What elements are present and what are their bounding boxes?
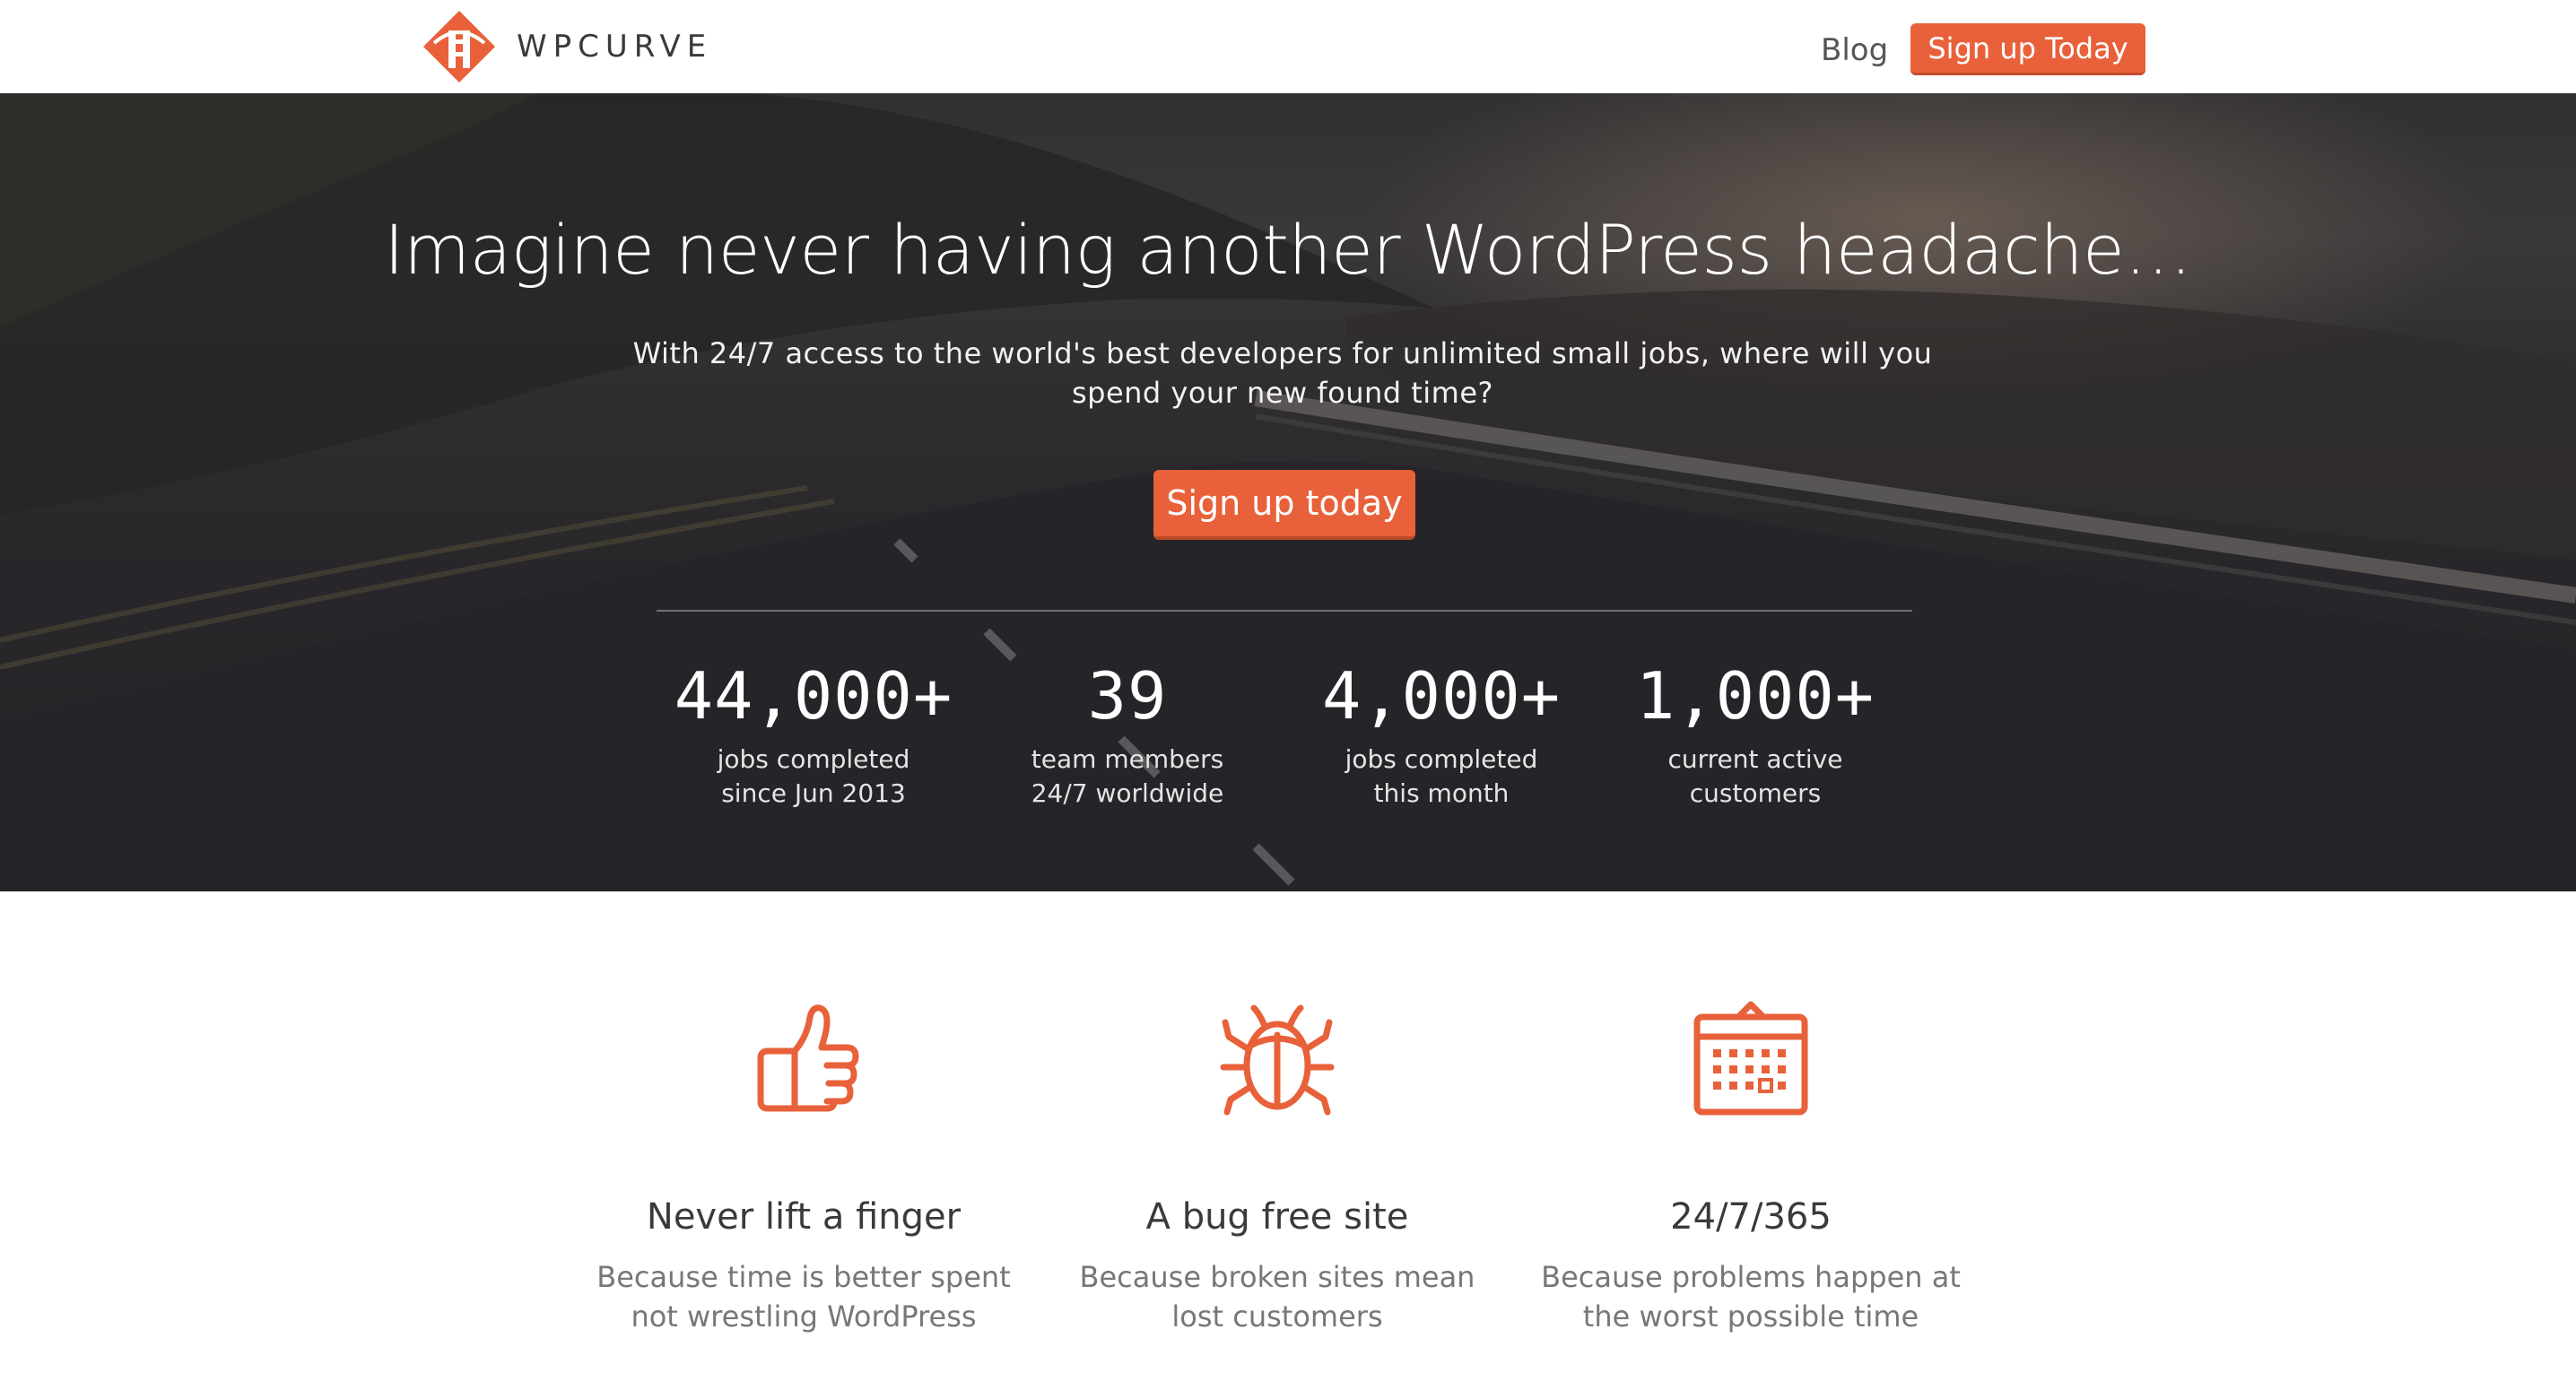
hero-title: Imagine never having another WordPress h…: [384, 210, 2192, 290]
hero-signup-button[interactable]: Sign up today: [1153, 470, 1415, 540]
stat-value: 44,000+: [674, 658, 953, 734]
stat-label-line: customers: [1689, 778, 1822, 808]
stat-label: jobs completed since Jun 2013: [657, 743, 970, 811]
stat-label-line: 24/7 worldwide: [1031, 778, 1224, 808]
feature-title: 24/7/365: [1670, 1196, 1832, 1238]
stat-team-members: 39 team members 24/7 worldwide: [970, 660, 1284, 811]
stat-label-line: since Jun 2013: [721, 778, 906, 808]
site-header: WPCURVE Blog Sign up Today: [0, 0, 2576, 93]
feature-description: Because time is better spent not wrestli…: [596, 1260, 1011, 1334]
hero-subtitle: With 24/7 access to the world's best dev…: [632, 336, 1933, 410]
feature-24-7-365: 24/7/365 Because problems happen at the …: [1509, 995, 1993, 1336]
thumbs-up-icon: [757, 1004, 859, 1112]
stat-value: 4,000+: [1321, 658, 1562, 734]
stats-row: 44,000+ jobs completed since Jun 2013 39…: [657, 660, 1912, 839]
stat-label: team members 24/7 worldwide: [970, 743, 1284, 811]
stat-label: current active customers: [1598, 743, 1912, 811]
stat-label-line: jobs completed: [717, 744, 910, 774]
brand-logo[interactable]: WPCURVE: [422, 9, 712, 84]
stat-label-line: current active: [1667, 744, 1843, 774]
feature-description: Because broken sites mean lost customers: [1079, 1260, 1475, 1334]
feature-title: Never lift a finger: [646, 1196, 962, 1238]
feature-title: A bug free site: [1145, 1196, 1409, 1238]
stat-value: 1,000+: [1635, 658, 1875, 734]
stat-jobs-month: 4,000+ jobs completed this month: [1284, 660, 1598, 811]
stat-label: jobs completed this month: [1284, 743, 1598, 811]
feature-description: Because problems happen at the worst pos…: [1541, 1260, 1961, 1334]
stat-label-line: jobs completed: [1345, 744, 1538, 774]
feature-never-lift-finger: Never lift a finger Because time is bett…: [561, 995, 1046, 1336]
hero-section: Imagine never having another WordPress h…: [0, 93, 2576, 891]
nav-blog-link[interactable]: Blog: [1821, 32, 1888, 68]
stat-jobs-completed: 44,000+ jobs completed since Jun 2013: [657, 660, 970, 811]
stat-value: 39: [1087, 658, 1168, 734]
feature-bug-free: A bug free site Because broken sites mea…: [1035, 995, 1519, 1336]
stat-label-line: this month: [1373, 778, 1510, 808]
stat-label-line: team members: [1031, 744, 1224, 774]
hero-divider: [657, 610, 1912, 612]
header-signup-button[interactable]: Sign up Today: [1910, 23, 2145, 75]
calendar-icon: [1693, 1001, 1808, 1116]
logo-icon: [423, 11, 495, 83]
brand-name: WPCURVE: [517, 29, 713, 65]
stat-active-customers: 1,000+ current active customers: [1598, 660, 1912, 811]
bug-icon: [1220, 1004, 1335, 1116]
